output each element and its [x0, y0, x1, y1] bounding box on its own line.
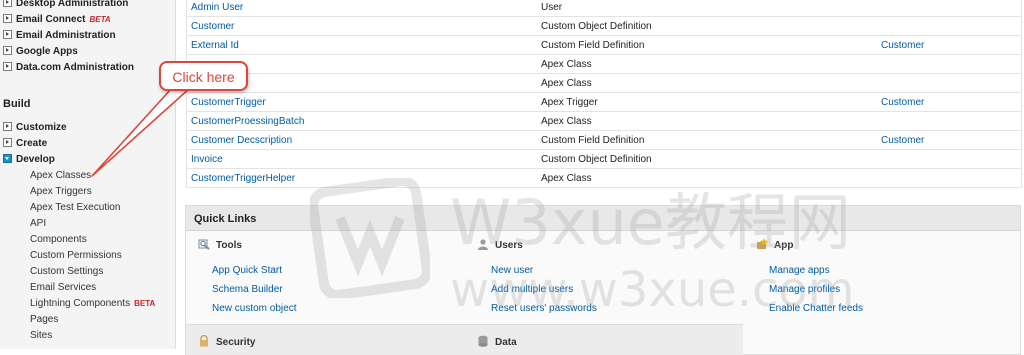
callout-arrow — [91, 87, 191, 177]
callout-text: Click here — [172, 69, 235, 85]
callout-bubble: Click here — [159, 61, 248, 91]
